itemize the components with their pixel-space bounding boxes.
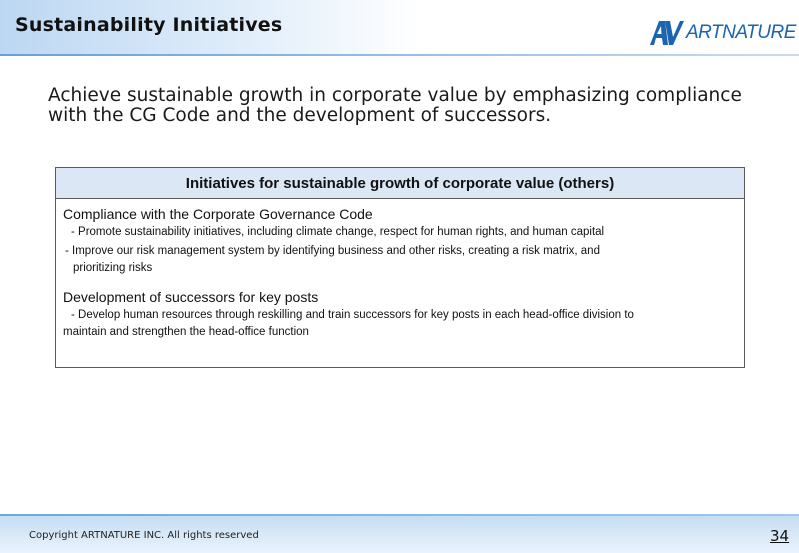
bullet-reskilling-cont: maintain and strengthen the head-office … — [63, 326, 309, 338]
logo-wordmark: ARTNATURE — [686, 22, 796, 43]
initiatives-panel: Initiatives for sustainable growth of co… — [55, 167, 745, 368]
section-title-successors: Development of successors for key posts — [63, 289, 319, 305]
section-title-cg-code: Compliance with the Corporate Governance… — [63, 206, 373, 222]
page-number: 34 — [770, 527, 790, 545]
av-logo-mark-icon — [650, 21, 684, 45]
page-title: Sustainability Initiatives — [15, 14, 283, 36]
bullet-sustainability: - Promote sustainability initiatives, in… — [71, 226, 605, 238]
panel-body: Compliance with the Corporate Governance… — [56, 199, 744, 342]
artnature-logo: ARTNATURE — [650, 20, 796, 46]
bullet-risk-management-cont: prioritizing risks — [73, 262, 153, 274]
header-divider — [0, 54, 799, 56]
copyright-text: Copyright ARTNATURE INC. All rights rese… — [29, 530, 259, 541]
panel-heading: Initiatives for sustainable growth of co… — [56, 168, 744, 199]
lead-statement: Achieve sustainable growth in corporate … — [48, 85, 742, 126]
footer-divider — [0, 514, 799, 516]
